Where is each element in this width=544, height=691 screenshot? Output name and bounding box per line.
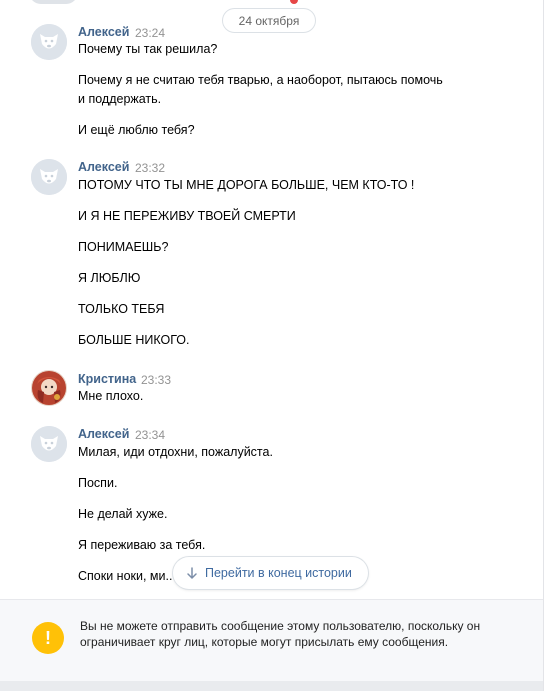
- message-text: ПОНИМАЕШЬ?: [78, 240, 169, 254]
- message-text: И ещё люблю тебя?: [78, 123, 195, 137]
- avatar-deactivated-dog[interactable]: [31, 426, 67, 462]
- avatar-partial: [29, 0, 78, 4]
- notice-text: Вы не можете отправить сообщение этому п…: [80, 619, 481, 649]
- message-text: Я ЛЮБЛЮ: [78, 271, 141, 285]
- sender-name[interactable]: Алексей: [78, 25, 129, 39]
- sender-name[interactable]: Кристина: [78, 372, 136, 386]
- message-time[interactable]: 23:32: [135, 161, 165, 175]
- sender-name[interactable]: Алексей: [78, 160, 129, 174]
- unread-dot: [290, 0, 298, 4]
- message-text: Милая, иди отдохни, пожалуйста.: [78, 445, 273, 459]
- message-text: Не делай хуже.: [78, 507, 168, 521]
- message-text: Почему я не считаю тебя тварью, а наобор…: [78, 73, 443, 87]
- message-text: Споки ноки, ми...: [78, 569, 176, 583]
- dog-icon: [31, 159, 67, 195]
- write-restricted-notice: ! Вы не можете отправить сообщение этому…: [0, 599, 543, 681]
- message-text: Я переживаю за тебя.: [78, 538, 206, 552]
- jump-to-end-button[interactable]: Перейти в конец истории: [173, 557, 368, 589]
- message-text: БОЛЬШЕ НИКОГО.: [78, 333, 190, 347]
- message-time[interactable]: 23:33: [141, 373, 171, 387]
- anime-girl-icon: [31, 370, 67, 406]
- dog-icon: [31, 426, 67, 462]
- jump-to-end-label: Перейти в конец истории: [205, 566, 352, 580]
- sender-name[interactable]: Алексей: [78, 427, 129, 441]
- warning-icon: !: [32, 622, 64, 654]
- message-text: Почему ты так решила?: [78, 42, 218, 56]
- message-text: ПОТОМУ ЧТО ТЫ МНЕ ДОРОГА БОЛЬШЕ, ЧЕМ КТО…: [78, 178, 415, 192]
- message-time[interactable]: 23:34: [135, 428, 165, 442]
- avatar-deactivated-dog[interactable]: [31, 24, 67, 60]
- message-time[interactable]: 23:24: [135, 26, 165, 40]
- message-text: Мне плохо.: [78, 389, 144, 403]
- message-text: И Я НЕ ПЕРЕЖИВУ ТВОЕЙ СМЕРТИ: [78, 209, 296, 223]
- avatar-kristina[interactable]: [31, 370, 67, 406]
- avatar-deactivated-dog[interactable]: [31, 159, 67, 195]
- date-divider: 24 октября: [222, 8, 316, 33]
- message-text: ТОЛЬКО ТЕБЯ: [78, 302, 165, 316]
- arrow-down-icon: [187, 567, 197, 579]
- message-text: и поддержать.: [78, 92, 162, 106]
- bottom-strip: [0, 681, 543, 691]
- message-text: Поспи.: [78, 476, 118, 490]
- dog-icon: [31, 24, 67, 60]
